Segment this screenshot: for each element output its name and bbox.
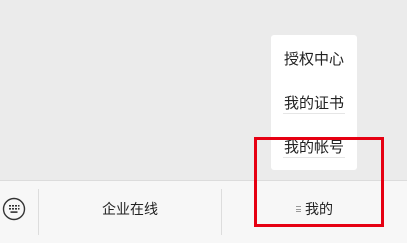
menu-item-authorization-center[interactable]: 授权中心: [271, 37, 357, 81]
popup-menu: 授权中心 我的证书 我的帐号: [271, 35, 357, 170]
bottom-menu-bar: 企业在线 我的: [0, 180, 407, 243]
tab-label: 我的: [305, 202, 333, 218]
tab-label: 企业在线: [102, 202, 158, 218]
tab-mine[interactable]: 我的: [222, 181, 407, 243]
tab-enterprise-online[interactable]: 企业在线: [39, 181, 221, 243]
menu-item-my-certificates[interactable]: 我的证书: [271, 81, 357, 125]
keyboard-toggle-button[interactable]: [0, 181, 38, 243]
keyboard-icon: [2, 197, 26, 221]
menu-item-my-account[interactable]: 我的帐号: [271, 125, 357, 169]
submenu-icon: [296, 206, 301, 212]
